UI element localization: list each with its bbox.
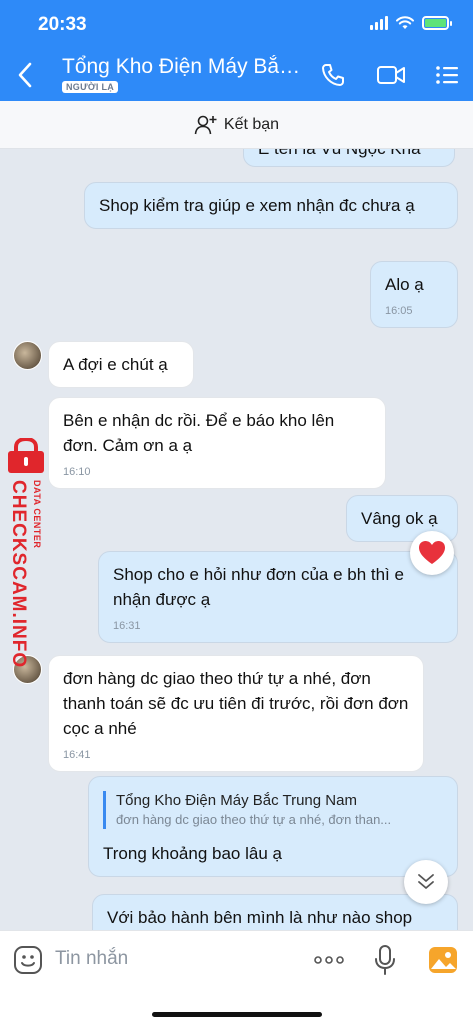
watermark: CHECKSCAM.INFO DATA CENTER [2, 438, 50, 678]
watermark-tag: DATA CENTER [32, 480, 42, 549]
quoted-text: đơn hàng dc giao theo thứ tự a nhé, đơn … [116, 812, 392, 827]
message-text: Shop cho e hỏi như đơn của e bh thì e nh… [113, 565, 404, 609]
message-bubble[interactable]: Shop kiểm tra giúp e xem nhận đc chưa ạ [84, 182, 458, 229]
message-text: Trong khoảng bao lâu ạ [103, 844, 282, 863]
message-bubble[interactable]: Shop cho e hỏi như đơn của e bh thì e nh… [98, 551, 458, 643]
message-text: E tên là Vũ Ngọc Khá [258, 149, 440, 161]
heart-icon [419, 541, 445, 564]
message-text: Với bảo hành bên mình là như nào shop [107, 908, 413, 927]
message-bubble[interactable]: Với bảo hành bên mình là như nào shop [92, 894, 458, 930]
message-text: đơn hàng dc giao theo thứ tự a nhé, đơn … [63, 669, 409, 738]
reply-message-bubble[interactable]: Tổng Kho Điện Máy Bắc Trung Nam đơn hàng… [88, 776, 458, 877]
video-icon[interactable] [376, 62, 406, 88]
add-friend-button[interactable]: Kết bạn [0, 101, 473, 149]
battery-icon [422, 16, 452, 30]
message-text: Shop kiểm tra giúp e xem nhận đc chưa ạ [99, 196, 415, 215]
message-text: Alo ạ [385, 275, 424, 294]
message-time: 16:10 [63, 466, 91, 478]
more-icon[interactable] [312, 945, 346, 975]
double-chevron-down-icon [418, 874, 434, 889]
chat-messages[interactable]: E tên là Vũ Ngọc Khá Shop kiểm tra giúp … [0, 149, 473, 930]
message-bubble[interactable]: đơn hàng dc giao theo thứ tự a nhé, đơn … [48, 655, 424, 772]
chat-title[interactable]: Tổng Kho Điện Máy Bắc... [62, 55, 302, 79]
chat-header: 20:33 Tổng Kho Điện Máy Bắc... NGƯỜI LẠ [0, 0, 473, 101]
back-icon[interactable] [14, 60, 38, 90]
add-friend-icon [194, 115, 217, 134]
message-input[interactable]: Tin nhắn [55, 948, 128, 970]
watermark-brand: CHECKSCAM.INFO [8, 480, 29, 669]
stranger-badge: NGƯỜI LẠ [62, 81, 119, 93]
wifi-icon [396, 16, 414, 29]
message-text: Bên e nhận dc rồi. Để e báo kho lên đơn.… [63, 411, 335, 455]
phone-icon[interactable] [320, 62, 346, 88]
status-time: 20:33 [38, 14, 87, 35]
add-friend-label: Kết bạn [223, 115, 280, 133]
scroll-down-button[interactable] [404, 860, 448, 904]
message-text: Vâng ok ạ [361, 509, 438, 528]
signal-icon [370, 16, 388, 30]
lock-icon [8, 438, 44, 473]
message-bubble[interactable]: E tên là Vũ Ngọc Khá [243, 149, 455, 167]
image-icon[interactable] [428, 945, 458, 975]
message-bubble[interactable]: Alo ạ 16:05 [370, 261, 458, 328]
microphone-icon[interactable] [370, 945, 400, 975]
message-bubble[interactable]: A đợi e chút ạ [48, 341, 194, 388]
message-input-bar: Tin nhắn [0, 930, 473, 1024]
message-time: 16:31 [113, 620, 141, 632]
quoted-sender: Tổng Kho Điện Máy Bắc Trung Nam [116, 792, 357, 809]
menu-icon[interactable] [434, 62, 460, 88]
avatar[interactable] [13, 341, 42, 370]
heart-reaction-button[interactable] [410, 531, 454, 575]
message-bubble[interactable]: Bên e nhận dc rồi. Để e báo kho lên đơn.… [48, 397, 386, 489]
message-time: 16:41 [63, 749, 91, 761]
quoted-message[interactable]: Tổng Kho Điện Máy Bắc Trung Nam đơn hàng… [103, 791, 443, 829]
sticker-icon[interactable] [13, 945, 43, 975]
message-time: 16:05 [385, 305, 413, 317]
home-indicator [152, 1012, 322, 1017]
message-text: A đợi e chút ạ [63, 355, 168, 374]
status-icons [370, 16, 452, 30]
